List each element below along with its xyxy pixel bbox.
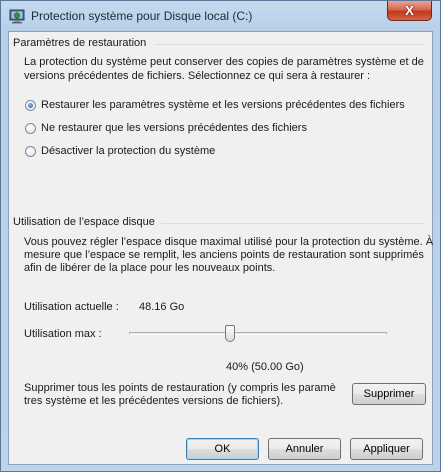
delete-description: Supprimer tous les points de restauratio…	[24, 382, 336, 408]
close-button[interactable]: X	[387, 1, 432, 21]
cancel-button[interactable]: Annuler	[268, 438, 341, 460]
max-usage-label: Utilisation max :	[24, 328, 102, 340]
disk-description-line: mesure que l’espace se remplit, les anci…	[24, 249, 424, 261]
ok-button[interactable]: OK	[186, 438, 259, 460]
section-divider	[155, 44, 425, 45]
max-usage-value: 40% (50.00 Go)	[226, 361, 304, 373]
radio-button-checked[interactable]	[25, 100, 36, 111]
disk-description-line: afin de libérer de la place pour les nou…	[24, 262, 276, 274]
current-usage-value: 48.16 Go	[139, 301, 185, 313]
section-divider	[161, 223, 425, 224]
delete-description-line: tres système et les précédentes versions…	[24, 395, 284, 407]
apply-button[interactable]: Appliquer	[350, 438, 423, 460]
radio-label[interactable]: Désactiver la protection du système	[41, 145, 215, 157]
radio-disable-protection[interactable]: Désactiver la protection du système	[25, 145, 245, 159]
delete-description-line: Supprimer tous les points de restauratio…	[24, 382, 336, 394]
max-usage-slider-thumb[interactable]	[225, 325, 235, 342]
max-usage-slider-track[interactable]	[129, 332, 387, 335]
disk-description: Vous pouvez régler l’espace disque maxim…	[24, 236, 433, 275]
restore-description-line: La protection du système peut conserver …	[24, 56, 424, 68]
restore-settings-heading: Paramètres de restauration	[13, 37, 147, 49]
radio-button[interactable]	[25, 123, 36, 134]
close-icon: X	[405, 3, 414, 18]
radio-restore-all[interactable]: Restaurer les paramètres système et les …	[25, 99, 425, 113]
restore-description-line: versions précédentes de fichiers. Sélect…	[24, 70, 371, 82]
dialog-window: Protection système pour Disque local (C:…	[0, 0, 441, 472]
current-usage-label: Utilisation actuelle :	[24, 301, 119, 313]
title-bar[interactable]: Protection système pour Disque local (C:…	[1, 1, 440, 31]
system-protection-icon	[9, 9, 25, 24]
delete-button[interactable]: Supprimer	[352, 383, 426, 405]
disk-description-line: Vous pouvez régler l’espace disque maxim…	[24, 236, 434, 248]
radio-label[interactable]: Restaurer les paramètres système et les …	[41, 99, 405, 111]
dialog-content: Paramètres de restauration La protection…	[8, 31, 433, 465]
radio-files-only[interactable]: Ne restaurer que les versions précédente…	[25, 122, 325, 136]
radio-button[interactable]	[25, 146, 36, 157]
window-title: Protection système pour Disque local (C:…	[31, 9, 253, 23]
restore-description: La protection du système peut conserver …	[24, 55, 424, 83]
disk-usage-heading: Utilisation de l’espace disque	[13, 216, 155, 228]
radio-label[interactable]: Ne restaurer que les versions précédente…	[41, 122, 307, 134]
